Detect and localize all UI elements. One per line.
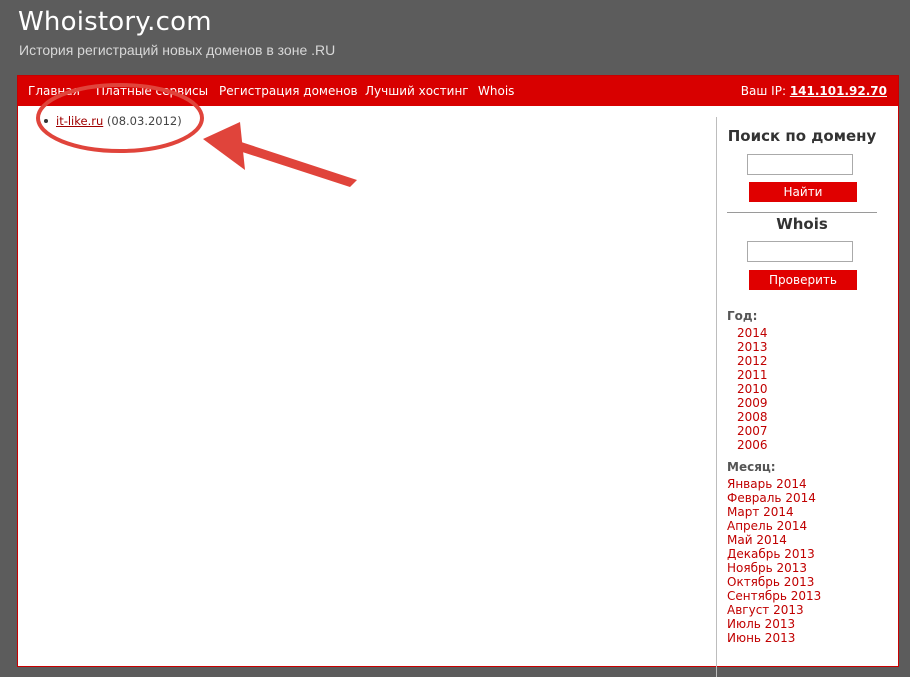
month-link[interactable]: Февраль 2014 <box>727 491 821 505</box>
month-link[interactable]: Ноябрь 2013 <box>727 561 821 575</box>
nav-home[interactable]: Главная <box>28 84 80 98</box>
year-label: Год: <box>727 309 758 323</box>
search-button[interactable]: Найти <box>749 182 857 202</box>
month-link[interactable]: Май 2014 <box>727 533 821 547</box>
ip-label: Ваш IP: <box>740 84 786 98</box>
year-link[interactable]: 2012 <box>737 354 768 368</box>
year-link[interactable]: 2007 <box>737 424 768 438</box>
domain-link[interactable]: it-like.ru <box>56 114 103 128</box>
ip-display: Ваш IP: 141.101.92.70 <box>741 84 887 98</box>
whois-input[interactable] <box>747 241 853 262</box>
year-list: 2014 2013 2012 2011 2010 2009 2008 2007 … <box>737 326 768 452</box>
month-link[interactable]: Июль 2013 <box>727 617 821 631</box>
domain-search-input[interactable] <box>747 154 853 175</box>
year-link[interactable]: 2008 <box>737 410 768 424</box>
search-title: Поиск по домену <box>727 127 877 145</box>
year-link[interactable]: 2010 <box>737 382 768 396</box>
month-link[interactable]: Сентябрь 2013 <box>727 589 821 603</box>
site-subtitle: История регистраций новых доменов в зоне… <box>19 42 336 58</box>
month-link[interactable]: Октябрь 2013 <box>727 575 821 589</box>
nav-whois[interactable]: Whois <box>478 84 514 98</box>
top-navbar: Главная Платные сервисы Регистрация доме… <box>18 76 898 106</box>
year-link[interactable]: 2011 <box>737 368 768 382</box>
year-link[interactable]: 2013 <box>737 340 768 354</box>
month-link[interactable]: Июнь 2013 <box>727 631 821 645</box>
domain-date: (08.03.2012) <box>106 114 182 128</box>
year-link[interactable]: 2006 <box>737 438 768 452</box>
month-link[interactable]: Декабрь 2013 <box>727 547 821 561</box>
month-list: Январь 2014 Февраль 2014 Март 2014 Апрел… <box>727 477 821 645</box>
month-label: Месяц: <box>727 460 776 474</box>
year-link[interactable]: 2014 <box>737 326 768 340</box>
check-button[interactable]: Проверить <box>749 270 857 290</box>
month-link[interactable]: Август 2013 <box>727 603 821 617</box>
nav-domain-registration[interactable]: Регистрация доменов <box>219 84 358 98</box>
month-link[interactable]: Апрель 2014 <box>727 519 821 533</box>
sidebar-separator <box>727 212 877 213</box>
list-item: it-like.ru (08.03.2012) <box>38 114 182 128</box>
month-link[interactable]: Март 2014 <box>727 505 821 519</box>
ip-value[interactable]: 141.101.92.70 <box>790 84 887 98</box>
sidebar-divider <box>716 117 717 677</box>
site-title: Whoistory.com <box>18 7 212 37</box>
domain-list: it-like.ru (08.03.2012) <box>38 114 182 128</box>
year-link[interactable]: 2009 <box>737 396 768 410</box>
month-link[interactable]: Январь 2014 <box>727 477 821 491</box>
whois-title: Whois <box>776 215 828 233</box>
nav-paid-services[interactable]: Платные сервисы <box>96 84 208 98</box>
main-frame: Главная Платные сервисы Регистрация доме… <box>17 75 899 677</box>
nav-best-hosting[interactable]: Лучший хостинг <box>365 84 469 98</box>
bullet-icon <box>44 119 48 123</box>
